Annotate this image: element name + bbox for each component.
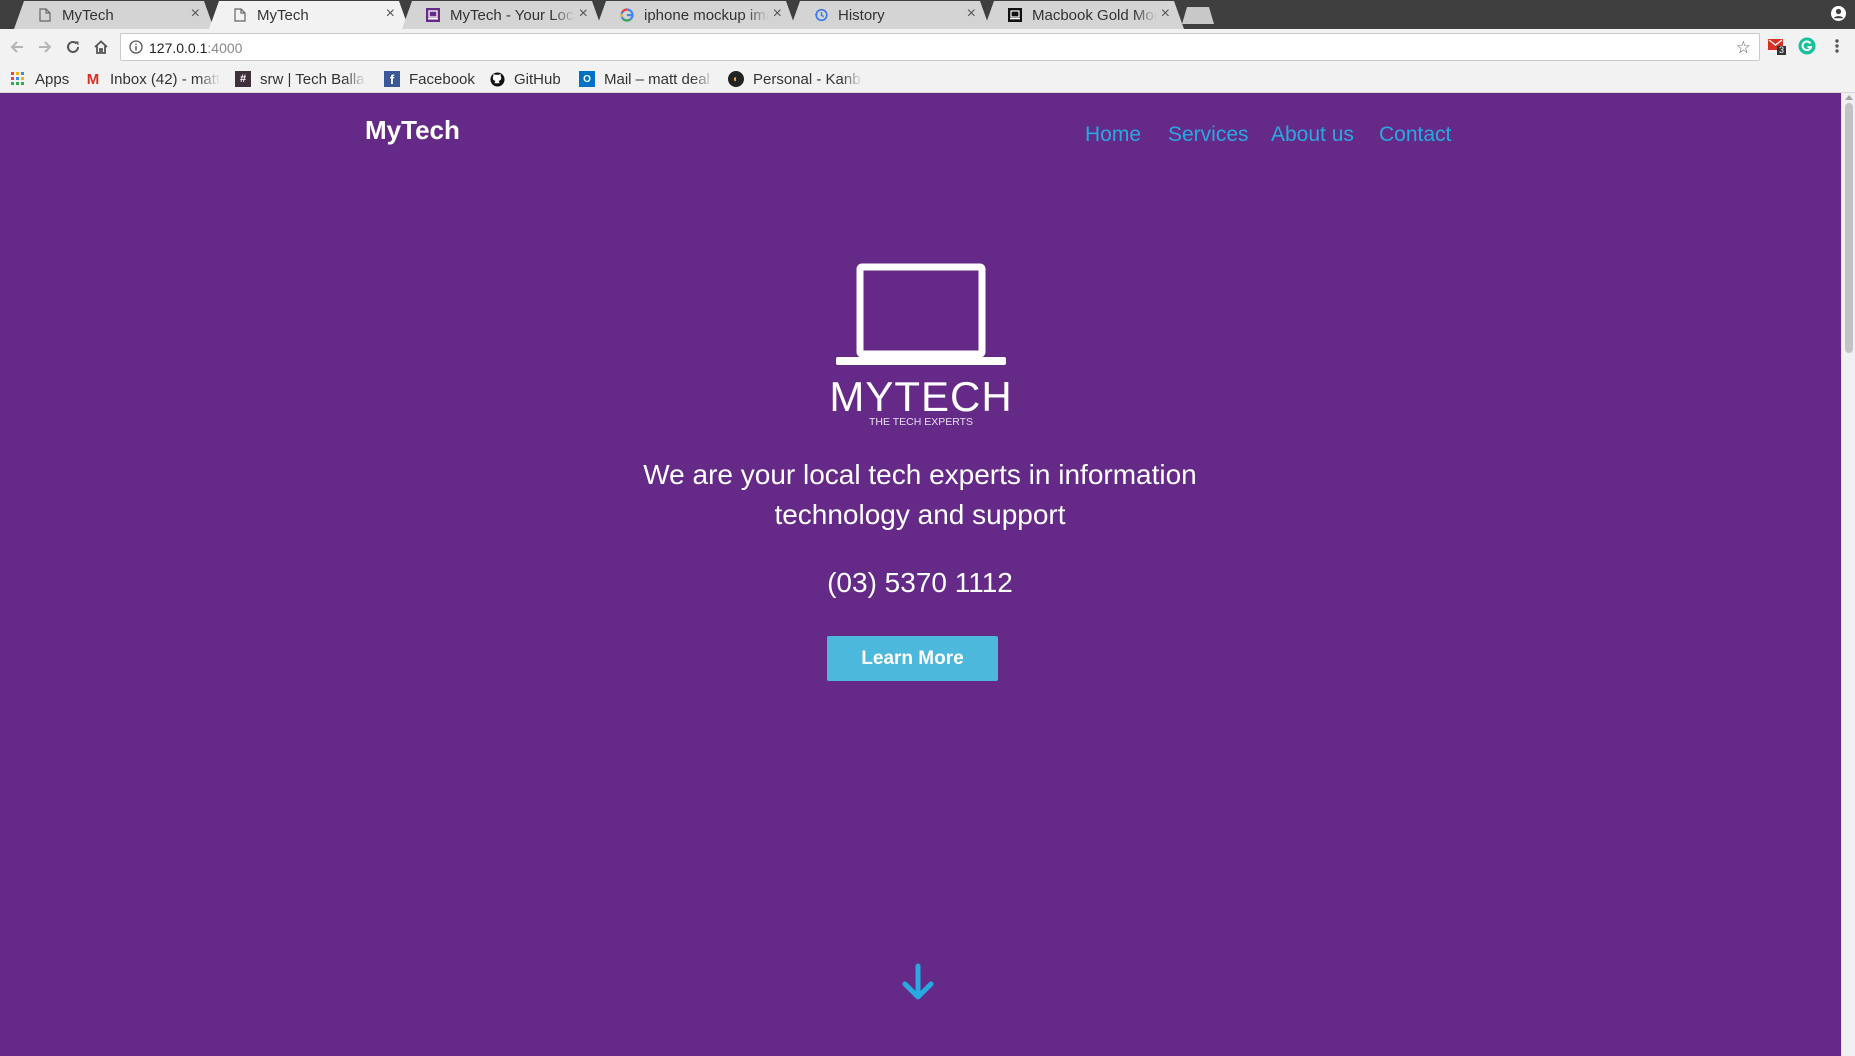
bookmark-label: Personal - Kanba: [753, 70, 863, 88]
tab-title: MyTech: [62, 7, 114, 24]
forward-button[interactable]: [34, 36, 56, 58]
tab-iphone-mockup[interactable]: iphone mockup ima ×: [596, 1, 796, 29]
bookmark-github[interactable]: GitHub: [489, 70, 561, 88]
phone-number[interactable]: (03) 5370 1112: [700, 567, 1140, 599]
tab-history[interactable]: History ×: [790, 1, 990, 29]
facebook-icon: f: [384, 71, 400, 87]
browser-toolbar: 127.0.0.1:4000 ☆ 3: [0, 29, 1855, 65]
page-icon: [233, 8, 247, 22]
page-icon: [38, 8, 52, 22]
tab-title: iphone mockup ima: [644, 7, 769, 24]
bookmark-label: Mail – matt deal: [604, 70, 710, 88]
mytech-logo: MYTECH THE TECH EXPERTS: [829, 263, 1012, 428]
reload-button[interactable]: [62, 36, 84, 58]
bookmark-gmail[interactable]: M Inbox (42) - matt: [85, 70, 220, 88]
kanban-icon: ◐: [728, 71, 744, 87]
home-button[interactable]: [90, 36, 112, 58]
bookmark-label: srw | Tech Ballar: [260, 70, 366, 88]
bookmark-kanban[interactable]: ◐ Personal - Kanba: [728, 70, 863, 88]
logo-tagline: THE TECH EXPERTS: [869, 416, 973, 428]
reload-icon: [67, 40, 79, 53]
tab-title: Macbook Gold Moc: [1032, 7, 1157, 24]
nav-link-services[interactable]: Services: [1168, 123, 1249, 147]
close-icon[interactable]: ×: [191, 5, 200, 23]
tab-title: MyTech: [257, 7, 309, 24]
logo-word: MYTECH: [829, 373, 1012, 420]
close-icon[interactable]: ×: [1161, 5, 1170, 23]
close-icon[interactable]: ×: [386, 5, 395, 23]
back-button[interactable]: [6, 36, 28, 58]
history-icon: [814, 8, 828, 22]
tab-strip: MyTech × MyTech × MyTech - Your Local × …: [0, 0, 1855, 29]
nav-link-contact[interactable]: Contact: [1379, 123, 1451, 147]
grammarly-icon[interactable]: [1798, 37, 1816, 55]
url-port: :4000: [207, 40, 243, 56]
outlook-icon: O: [579, 71, 595, 87]
google-icon: [620, 8, 634, 22]
close-icon[interactable]: ×: [579, 5, 588, 23]
home-icon: [94, 40, 108, 54]
learn-more-button[interactable]: Learn More: [827, 636, 998, 681]
hero-headline-line1: We are your local tech experts in inform…: [643, 459, 1197, 490]
bookmarks-bar: Apps M Inbox (42) - matt # srw | Tech Ba…: [0, 65, 1855, 93]
bookmark-facebook[interactable]: f Facebook: [384, 70, 475, 88]
tab-title: MyTech - Your Local: [450, 7, 575, 24]
hero-headline-line2: technology and support: [774, 499, 1066, 530]
new-tab-button[interactable]: [1182, 7, 1214, 24]
page-viewport: MyTech Home Services About us Contact MY…: [0, 93, 1841, 1056]
nav-link-home[interactable]: Home: [1085, 123, 1141, 147]
page-scrollbar[interactable]: [1841, 93, 1855, 1056]
bookmark-label: GitHub: [514, 70, 561, 88]
scroll-up-arrow-icon[interactable]: [1845, 95, 1853, 100]
close-icon[interactable]: ×: [773, 5, 782, 23]
hero-headline: We are your local tech experts in inform…: [600, 455, 1240, 535]
url-host: 127.0.0.1: [149, 40, 208, 56]
info-icon[interactable]: [129, 40, 143, 54]
macbook-favicon-icon: [1008, 8, 1022, 22]
address-bar[interactable]: 127.0.0.1:4000 ☆: [120, 33, 1760, 61]
tab-mytech-1[interactable]: MyTech ×: [14, 1, 214, 29]
close-icon[interactable]: ×: [967, 5, 976, 23]
gmail-icon: M: [86, 70, 100, 88]
bookmark-apps[interactable]: Apps: [10, 70, 69, 88]
forward-arrow-icon: [39, 41, 52, 53]
back-arrow-icon: [10, 41, 23, 53]
site-brand[interactable]: MyTech: [365, 115, 460, 146]
scroll-down-arrow-icon[interactable]: [900, 963, 936, 1001]
tab-mytech-2[interactable]: MyTech ×: [209, 1, 409, 29]
bookmark-label: Facebook: [409, 70, 475, 88]
bookmark-star-icon[interactable]: ☆: [1736, 38, 1751, 58]
bookmark-slack[interactable]: # srw | Tech Ballar: [235, 70, 366, 88]
github-icon: [489, 71, 505, 87]
extension-mail-icon[interactable]: 3: [1768, 37, 1786, 55]
profile-icon[interactable]: [1830, 5, 1847, 22]
laptop-screen-icon: [856, 263, 986, 358]
laptop-favicon-icon: [426, 8, 440, 22]
laptop-base-icon: [836, 357, 1006, 365]
bookmark-label: Apps: [35, 70, 70, 88]
tab-title: History: [838, 7, 885, 24]
bookmark-label: Inbox (42) - matt: [110, 70, 220, 88]
slack-hash-icon: #: [235, 71, 251, 87]
url-text: 127.0.0.1:4000: [149, 40, 242, 56]
nav-link-about-us[interactable]: About us: [1271, 123, 1354, 147]
tab-mytech-local[interactable]: MyTech - Your Local ×: [402, 1, 602, 29]
tab-macbook-gold[interactable]: Macbook Gold Moc ×: [984, 1, 1184, 29]
menu-dots-icon[interactable]: [1828, 37, 1846, 55]
scrollbar-thumb[interactable]: [1845, 103, 1853, 353]
extension-badge: 3: [1779, 45, 1785, 55]
apps-grid-icon: [10, 71, 26, 87]
bookmark-outlook[interactable]: O Mail – matt deal: [579, 70, 714, 88]
